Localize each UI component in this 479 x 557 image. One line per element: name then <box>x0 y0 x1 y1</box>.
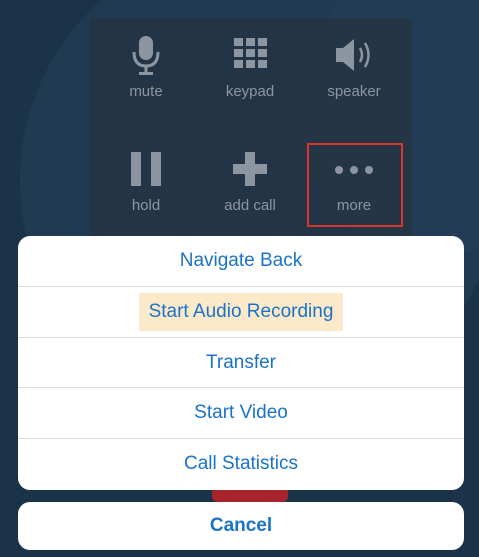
action-start-video-label: Start Video <box>194 402 288 424</box>
action-start-audio-recording-label: Start Audio Recording <box>138 292 344 331</box>
keypad-icon <box>202 36 298 76</box>
speaker-button[interactable]: speaker <box>306 22 402 112</box>
action-call-statistics[interactable]: Call Statistics <box>18 439 464 490</box>
speaker-icon <box>306 36 402 76</box>
action-start-video[interactable]: Start Video <box>18 388 464 440</box>
add-call-button[interactable]: add call <box>202 136 298 226</box>
microphone-icon <box>98 36 194 76</box>
action-call-statistics-label: Call Statistics <box>183 453 299 475</box>
end-call-button[interactable] <box>212 488 288 502</box>
action-navigate-back-label: Navigate Back <box>179 250 303 271</box>
plus-icon <box>202 150 298 190</box>
mute-label: mute <box>129 83 163 100</box>
call-screen: mute keypad speaker hold add call more N… <box>0 0 479 557</box>
speaker-label: speaker <box>327 83 381 100</box>
mute-button[interactable]: mute <box>98 22 194 112</box>
hold-label: hold <box>131 197 161 214</box>
keypad-button[interactable]: keypad <box>202 22 298 112</box>
cancel-button[interactable]: Cancel <box>18 502 464 550</box>
keypad-label: keypad <box>225 83 275 100</box>
action-transfer-label: Transfer <box>205 351 277 373</box>
pause-icon <box>98 150 194 190</box>
action-transfer[interactable]: Transfer <box>18 338 464 389</box>
hold-button[interactable]: hold <box>98 136 194 226</box>
more-button-highlight-outline <box>307 143 403 227</box>
action-sheet: Navigate Back Start Audio Recording Tran… <box>18 236 464 490</box>
action-start-audio-recording[interactable]: Start Audio Recording <box>18 287 464 338</box>
add-call-label: add call <box>224 197 276 214</box>
action-navigate-back[interactable]: Navigate Back <box>18 236 464 287</box>
